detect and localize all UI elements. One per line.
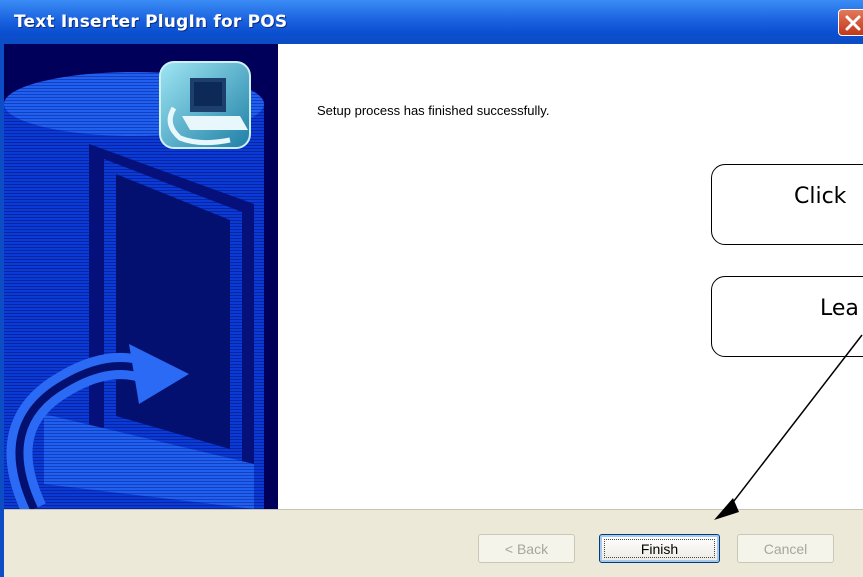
callout-text-2: Lea xyxy=(820,296,859,321)
focus-rectangle xyxy=(604,539,715,558)
close-icon xyxy=(845,15,861,31)
cancel-button[interactable]: Cancel xyxy=(737,534,834,563)
cancel-button-label: Cancel xyxy=(763,540,808,557)
close-button[interactable] xyxy=(838,9,863,36)
button-bar: < Back Finish Cancel xyxy=(4,509,863,577)
content-area: Setup process has finished successfully.… xyxy=(278,44,863,509)
title-bar: Text Inserter PlugIn for POS xyxy=(0,0,863,44)
back-button-label: < Back xyxy=(504,540,549,557)
back-button[interactable]: < Back xyxy=(478,534,575,563)
installer-window: Text Inserter PlugIn for POS Setup proce… xyxy=(0,0,863,577)
window-title: Text Inserter PlugIn for POS xyxy=(14,12,288,32)
callout-box-2: Lea xyxy=(711,276,863,357)
setup-computer-graphic xyxy=(4,61,264,509)
side-panel xyxy=(4,44,278,509)
callout-box-1: Click xyxy=(711,164,863,245)
callout-text-1: Click xyxy=(794,184,847,209)
status-message: Setup process has finished successfully. xyxy=(317,103,550,118)
finish-button[interactable]: Finish xyxy=(599,534,720,563)
